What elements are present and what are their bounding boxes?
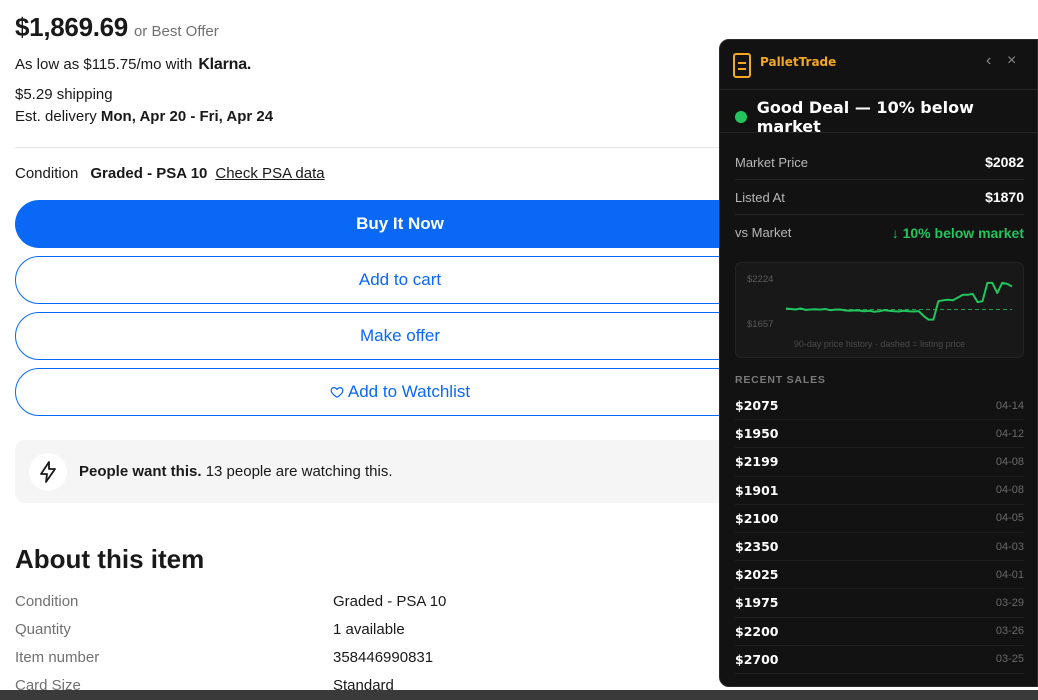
klarna-financing: As low as $115.75/mo with Klarna. [15,56,251,74]
make-offer-button[interactable]: Make offer [15,312,785,360]
condition-label: Condition [15,165,79,182]
sale-price: $2025 [735,567,779,583]
sale-row: $2100 04-05 [735,505,1024,533]
watchers-count: 13 people are watching this. [205,463,393,480]
stat-market-price: Market Price $2082 [735,145,1024,180]
estimated-delivery: Est. delivery Mon, Apr 20 - Fri, Apr 24 [15,108,273,125]
sale-price: $1950 [735,426,779,442]
sale-date: 03-25 [995,653,1024,666]
sale-row: $2025 04-01 [735,561,1024,590]
pallet-logo-icon [733,53,751,78]
buy-it-now-button[interactable]: Buy It Now [15,200,785,248]
sale-date: 04-12 [995,427,1024,440]
bottom-scrollbar[interactable] [0,690,1038,700]
shipping-cost: $5.29 shipping [15,86,113,103]
sale-price: $2100 [735,510,779,526]
price-row: $1,869.69 or Best Offer [15,12,219,43]
sale-date: 04-03 [995,540,1024,553]
y-axis-min-label: $1657 [747,319,773,330]
condition-row: Condition Graded - PSA 10 Check PSA data [15,165,325,182]
spec-label: Quantity [15,621,71,638]
check-psa-data-link[interactable]: Check PSA data [215,165,324,182]
sale-row: $2200 03-26 [735,618,1024,646]
sale-price: $2700 [735,651,779,667]
stat-value: $2082 [985,154,1024,170]
spec-value: 358446990831 [333,649,434,666]
delivery-label: Est. delivery [15,108,97,125]
sale-price: $1975 [735,595,779,611]
add-to-watchlist-button[interactable]: Add to Watchlist [15,368,785,416]
deal-status: Good Deal — 10% below market [735,98,1037,136]
sale-price: $2200 [735,623,779,639]
sale-date: 03-29 [995,596,1024,609]
sale-row: $1950 04-12 [735,420,1024,449]
sale-date: 04-08 [995,484,1024,497]
best-offer-label: or Best Offer [133,23,219,40]
about-title: About this item [15,544,205,574]
sale-date: 04-05 [995,512,1024,525]
klarna-logo[interactable]: Klarna. [198,56,251,74]
spec-label: Item number [15,649,100,666]
bolt-icon [29,452,67,491]
close-icon[interactable]: × [1007,52,1016,70]
spec-value: Graded - PSA 10 [333,593,447,610]
sale-date: 04-08 [995,455,1024,468]
stat-vs-market: vs Market ↓ 10% below market [735,215,1024,250]
sale-date: 03-26 [995,625,1024,638]
panel-header: PalletTrade ‹ × [720,40,1037,90]
stat-label: vs Market [735,225,792,240]
y-axis-max-label: $2224 [747,274,773,285]
sale-price: $2075 [735,398,779,414]
chart-caption: 90-day price history · dashed = listing … [793,339,966,349]
klarna-text: As low as $115.75/mo with [15,56,193,73]
divider [15,147,735,148]
chevron-left-icon[interactable]: ‹ [986,52,991,70]
stat-label: Listed At [735,189,785,205]
stat-label: Market Price [735,154,808,170]
deal-text: Good Deal — 10% below market [756,98,974,136]
sale-row: $2350 04-03 [735,533,1024,562]
sale-date: 04-01 [995,568,1024,581]
sale-price: $2199 [735,454,779,470]
status-dot-icon [735,111,747,123]
sale-row: $2700 03-25 [735,646,1024,674]
sale-date: 04-14 [995,399,1024,412]
heart-icon [330,387,344,398]
sale-price: $1901 [735,482,779,498]
sale-row: $1975 03-29 [735,589,1024,618]
stat-value: $1870 [985,189,1024,205]
watchers-banner: People want this. 13 people are watching… [15,440,775,503]
sale-row: $2075 04-14 [735,392,1024,421]
spec-label: Condition [15,593,79,610]
panel-brand: PalletTrade [760,55,837,69]
add-to-cart-button[interactable]: Add to cart [15,256,785,304]
watchers-bold: People want this. [79,463,202,480]
sale-row: $1901 04-08 [735,477,1024,505]
sale-row: $2199 04-08 [735,448,1024,477]
add-to-watchlist-label: Add to Watchlist [347,382,471,401]
pallettrade-panel: PalletTrade ‹ × Good Deal — 10% below ma… [719,39,1038,687]
condition-value: Graded - PSA 10 [90,165,208,182]
price: $1,869.69 [15,12,128,42]
watchers-text: People want this. 13 people are watching… [79,463,393,480]
sale-price: $2350 [735,539,779,555]
recent-sales-list: $2075 04-14 $1950 04-12 $2199 04-08 $1901 04-08… [735,392,1024,674]
spec-value: 1 available [333,621,405,638]
price-history-chart: $2224 $1657 90-day price history · dashe… [735,262,1024,358]
stat-value: ↓ 10% below market [891,224,1024,241]
divider [720,132,1037,133]
price-history-line [785,281,1013,321]
delivery-dates: Mon, Apr 20 - Fri, Apr 24 [100,108,274,125]
recent-sales-title: RECENT SALES [735,374,826,386]
stat-listed-at: Listed At $1870 [735,180,1024,215]
